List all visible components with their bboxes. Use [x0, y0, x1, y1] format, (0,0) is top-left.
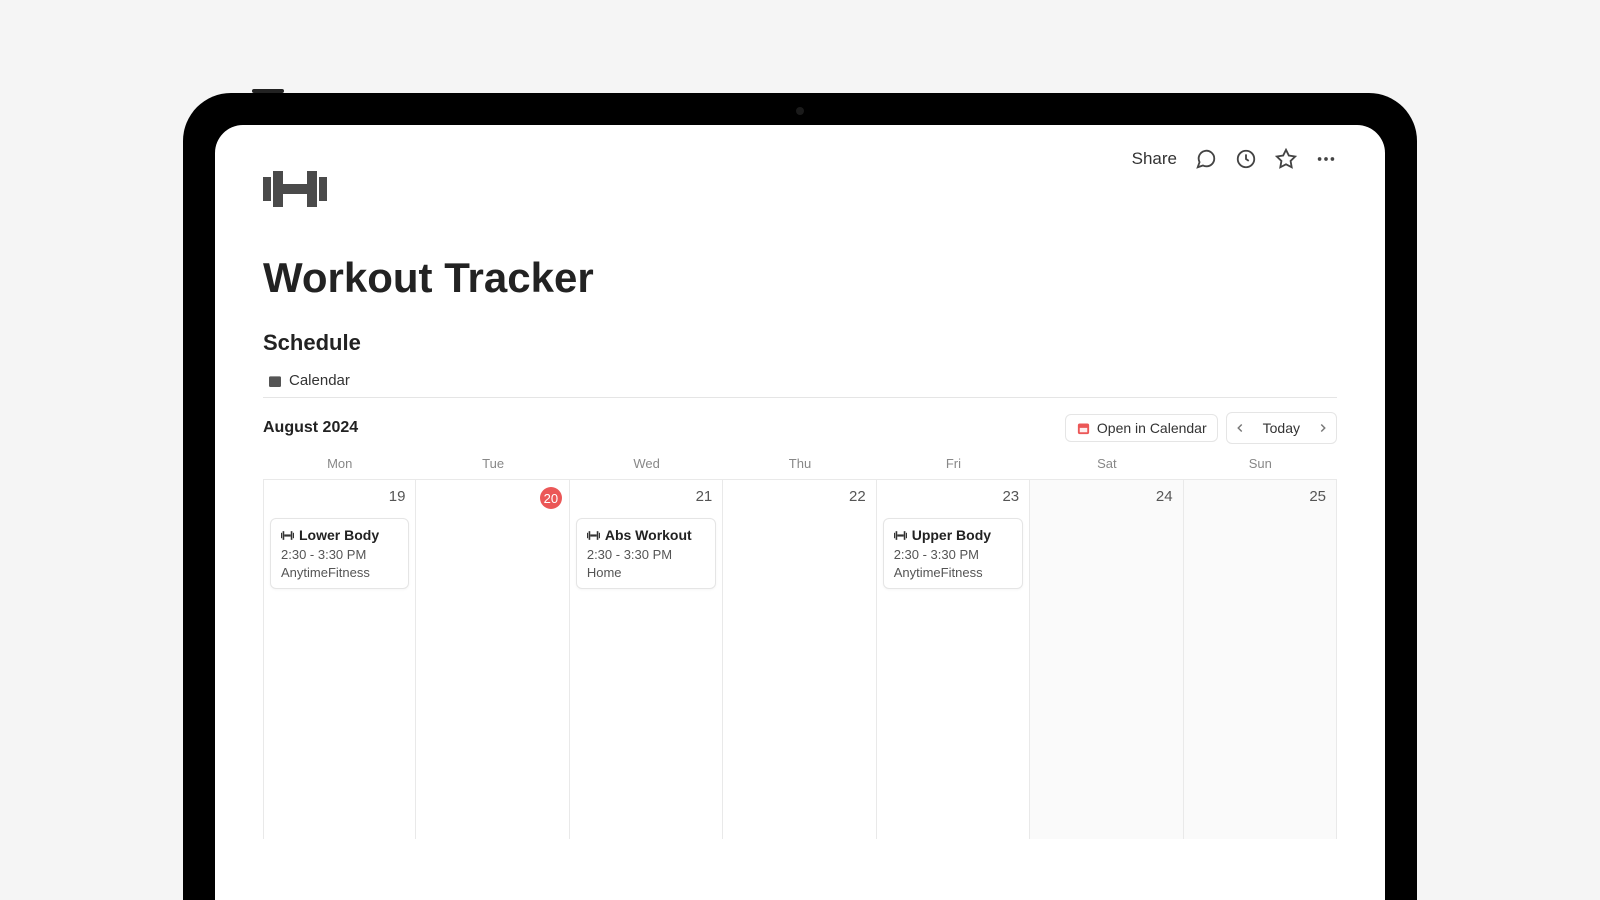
today-button[interactable]: Today — [1253, 413, 1310, 443]
open-in-calendar-button[interactable]: Open in Calendar — [1065, 414, 1218, 442]
weekday-label: Wed — [570, 456, 723, 479]
comments-icon[interactable] — [1195, 148, 1217, 170]
weekday-label: Mon — [263, 456, 416, 479]
day-number: 24 — [1156, 488, 1173, 505]
day-number: 19 — [389, 488, 406, 505]
event-card[interactable]: Abs Workout 2:30 - 3:30 PM Home — [576, 518, 716, 589]
event-time: 2:30 - 3:30 PM — [587, 547, 705, 562]
weekday-headers: MonTueWedThuFriSatSun — [263, 456, 1337, 479]
view-tabs: Calendar — [263, 370, 1337, 398]
tab-calendar-label: Calendar — [289, 372, 350, 389]
event-location: AnytimeFitness — [894, 565, 1012, 580]
day-cell[interactable]: 22 — [723, 480, 876, 839]
star-icon[interactable] — [1275, 148, 1297, 170]
dumbbell-icon — [587, 529, 600, 542]
day-cell[interactable]: 24 — [1030, 480, 1183, 839]
day-number: 25 — [1309, 488, 1326, 505]
day-cell[interactable]: 20 — [416, 480, 569, 839]
prev-week-button[interactable] — [1227, 413, 1253, 443]
day-number: 22 — [849, 488, 866, 505]
day-number: 23 — [1002, 488, 1019, 505]
chevron-left-icon — [1233, 421, 1247, 435]
app-screen: Share — [215, 125, 1385, 900]
history-icon[interactable] — [1235, 148, 1257, 170]
dumbbell-icon — [281, 529, 294, 542]
open-in-calendar-label: Open in Calendar — [1097, 420, 1207, 436]
event-card[interactable]: Upper Body 2:30 - 3:30 PM AnytimeFitness — [883, 518, 1023, 589]
event-time: 2:30 - 3:30 PM — [894, 547, 1012, 562]
dumbbell-icon — [894, 529, 907, 542]
event-location: AnytimeFitness — [281, 565, 398, 580]
section-title: Schedule — [263, 330, 1337, 356]
tab-calendar[interactable]: Calendar — [263, 370, 354, 391]
next-week-button[interactable] — [1310, 413, 1336, 443]
weekday-label: Sat — [1030, 456, 1183, 479]
event-location: Home — [587, 565, 705, 580]
weekday-label: Thu — [723, 456, 876, 479]
calendar-icon — [267, 373, 283, 389]
calendar-days-row: 19 Lower Body 2:30 - 3:30 PM AnytimeFitness… — [263, 479, 1337, 839]
day-number-today: 20 — [540, 487, 562, 509]
weekday-label: Fri — [877, 456, 1030, 479]
page-icon-dumbbell — [263, 169, 1337, 214]
event-title: Upper Body — [894, 527, 1012, 543]
event-time: 2:30 - 3:30 PM — [281, 547, 398, 562]
event-title: Lower Body — [281, 527, 398, 543]
month-label: August 2024 — [263, 419, 358, 437]
page-title: Workout Tracker — [263, 254, 1337, 302]
event-card[interactable]: Lower Body 2:30 - 3:30 PM AnytimeFitness — [270, 518, 409, 589]
calendar-header: August 2024 Open in Calendar Today — [263, 412, 1337, 444]
share-button[interactable]: Share — [1132, 149, 1177, 169]
weekday-label: Sun — [1184, 456, 1337, 479]
calendar-app-icon — [1076, 421, 1091, 436]
day-cell[interactable]: 25 — [1184, 480, 1337, 839]
device-frame: Share — [183, 93, 1417, 900]
event-title: Abs Workout — [587, 527, 705, 543]
more-icon[interactable] — [1315, 148, 1337, 170]
day-cell[interactable]: 21 Abs Workout 2:30 - 3:30 PM Home — [570, 480, 723, 839]
weekday-label: Tue — [416, 456, 569, 479]
day-cell[interactable]: 19 Lower Body 2:30 - 3:30 PM AnytimeFitness — [263, 480, 416, 839]
chevron-right-icon — [1316, 421, 1330, 435]
day-number: 21 — [696, 488, 713, 505]
day-cell[interactable]: 23 Upper Body 2:30 - 3:30 PM AnytimeFitness — [877, 480, 1030, 839]
